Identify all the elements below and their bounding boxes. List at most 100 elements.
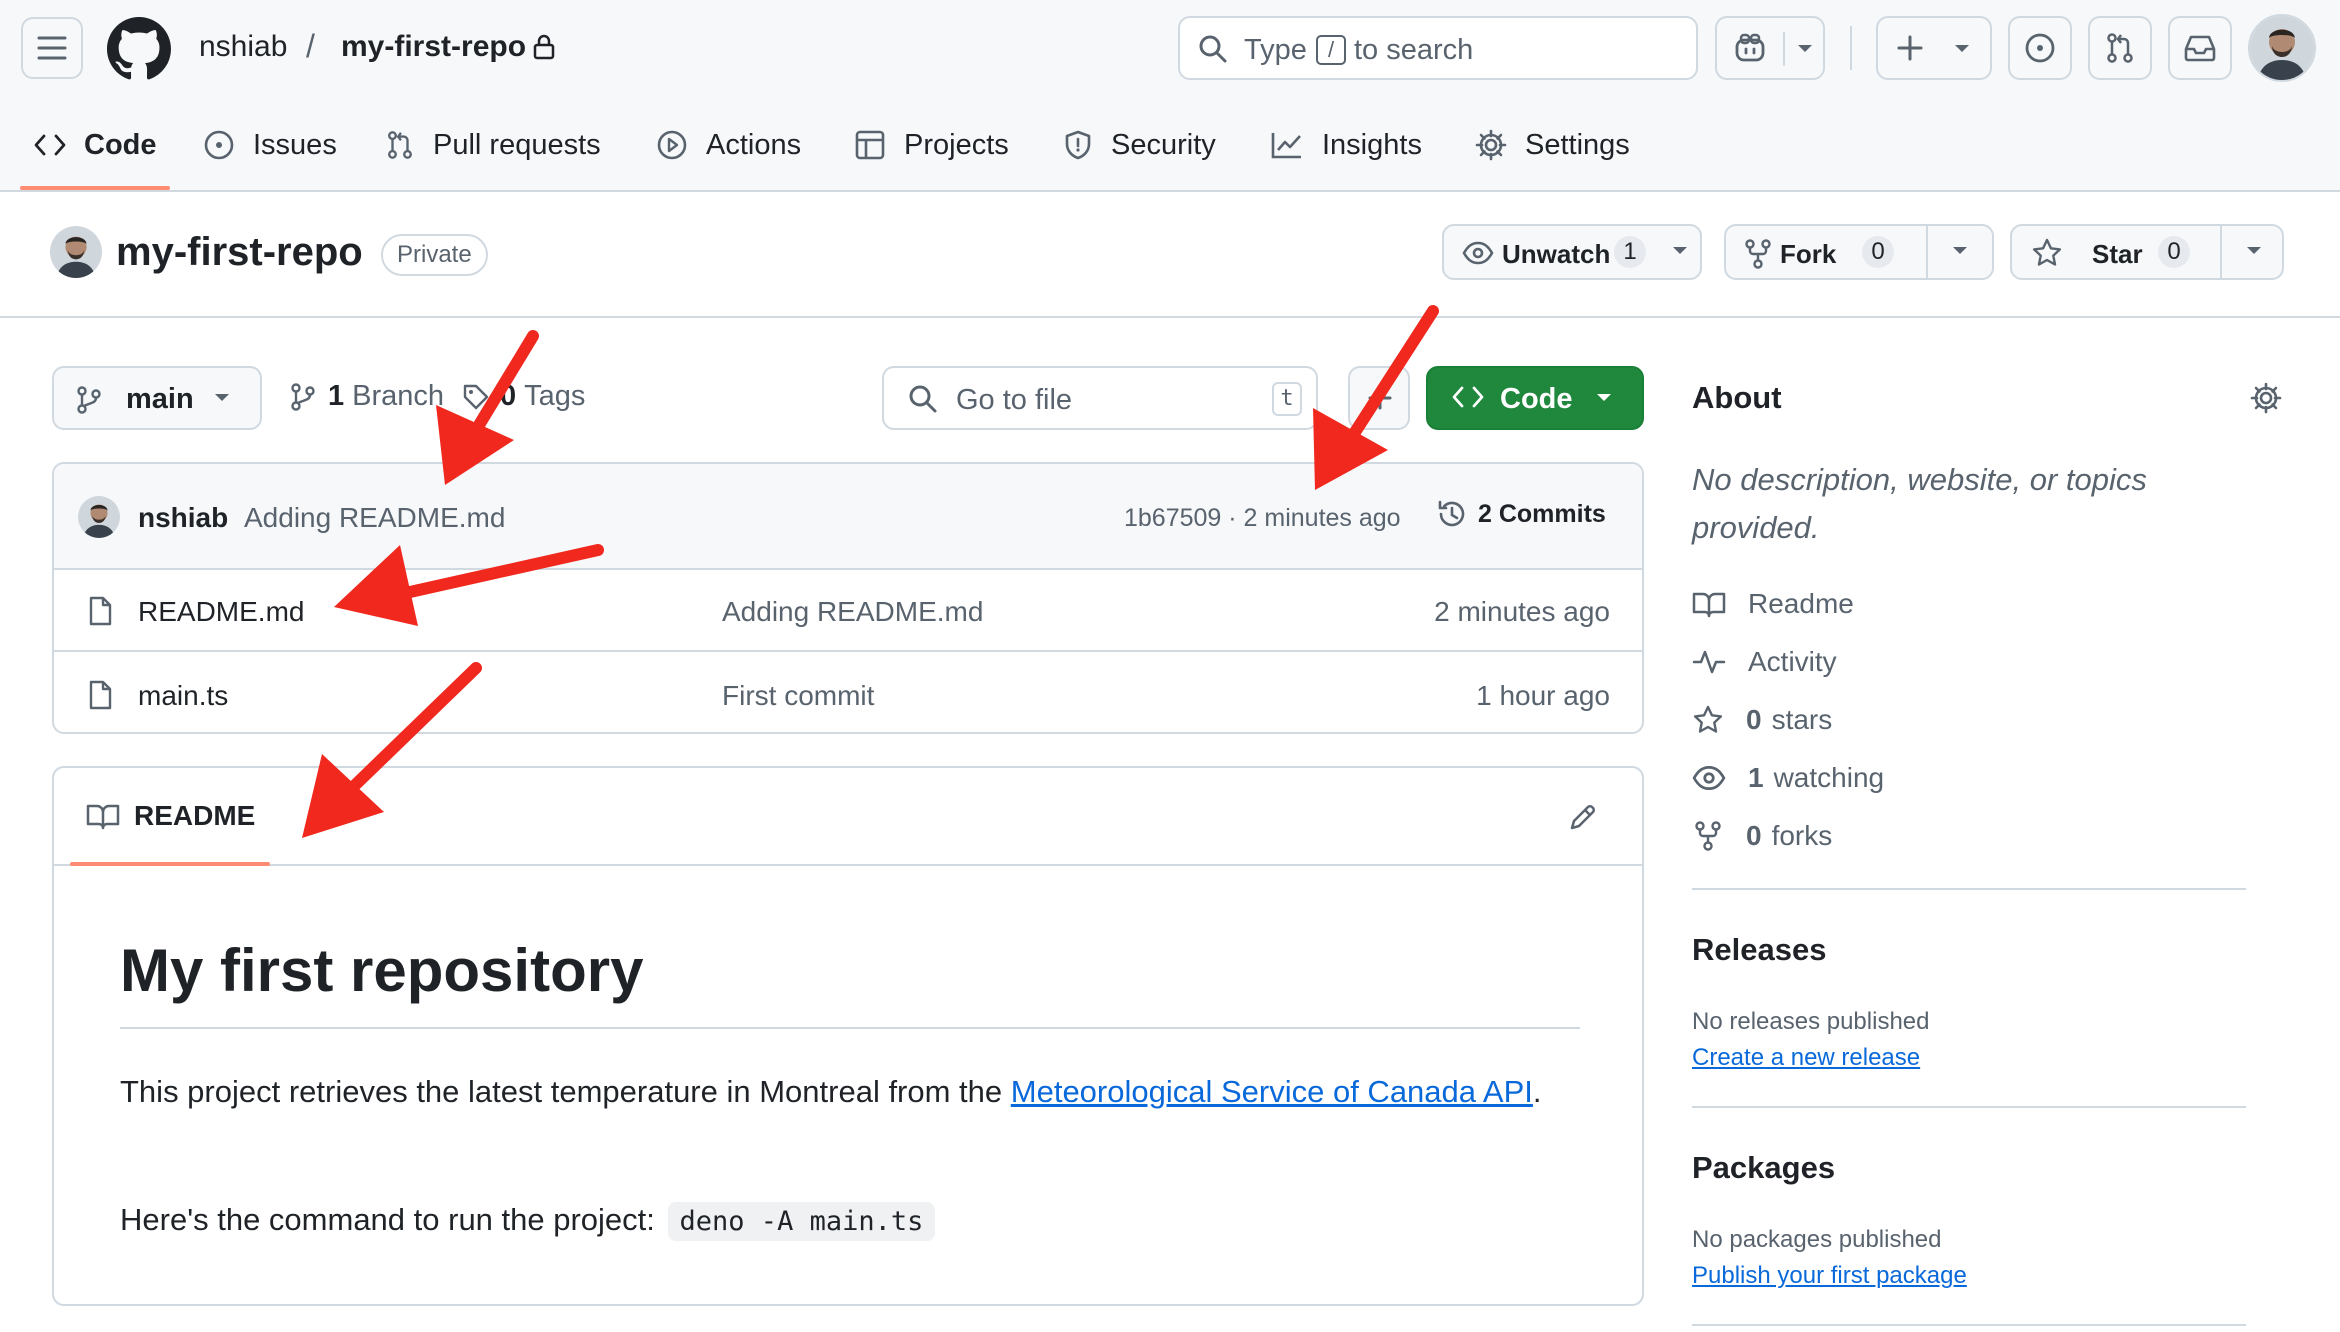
inbox-icon (2184, 35, 2216, 62)
fork-button[interactable]: Fork 0 (1724, 224, 1994, 280)
watch-button[interactable]: Unwatch 1 (1442, 224, 1702, 280)
code-button-label: Code (1500, 383, 1573, 415)
commit-author-avatar[interactable] (78, 496, 120, 538)
branch-selector[interactable]: main (52, 366, 262, 430)
copilot-button-group (1715, 16, 1825, 80)
tab-actions[interactable]: Actions (656, 122, 801, 168)
breadcrumb-repo[interactable]: my-first-repo (341, 30, 526, 64)
branch-count-label: Branch (352, 380, 445, 412)
tab-security[interactable]: Security (1063, 122, 1216, 168)
sidebar-item-stars[interactable]: 0 stars (1692, 704, 1832, 736)
code-icon (1452, 386, 1484, 408)
tab-code[interactable]: Code (34, 122, 157, 168)
global-search-input[interactable]: Type / to search (1178, 16, 1698, 80)
copilot-separator (1783, 32, 1785, 66)
active-tab-indicator (20, 186, 170, 190)
plus-icon (1897, 35, 1923, 61)
code-icon (34, 134, 66, 156)
star-count: 0 (2158, 236, 2190, 268)
add-file-button[interactable] (1348, 366, 1410, 430)
file-name[interactable]: README.md (138, 596, 304, 628)
sidebar-item-count: 1 (1748, 762, 1764, 793)
search-prefix: Type (1244, 34, 1307, 66)
graph-icon (1271, 133, 1301, 159)
tab-projects[interactable]: Projects (854, 122, 1009, 168)
sidebar-item-count: 0 (1746, 704, 1762, 735)
your-pull-requests-button[interactable] (2088, 16, 2152, 80)
releases-heading[interactable]: Releases (1692, 932, 1826, 968)
chevron-down-icon[interactable] (1797, 44, 1813, 54)
header-divider (1850, 26, 1852, 70)
avatar-image-icon (50, 226, 102, 278)
packages-note: No packages published (1692, 1226, 1942, 1253)
repo-title[interactable]: my-first-repo (116, 230, 363, 275)
branches-link[interactable]: 1 Branch (290, 380, 444, 413)
chevron-down-icon[interactable] (2246, 246, 2262, 256)
user-avatar[interactable] (2248, 14, 2316, 82)
sidebar-item-readme[interactable]: Readme (1692, 588, 1854, 620)
readme-text: . (1532, 1074, 1542, 1109)
breadcrumb-owner[interactable]: nshiab (199, 30, 287, 64)
create-new-button[interactable] (1876, 16, 1992, 80)
branch-count-number: 1 (328, 380, 345, 412)
fork-label: Fork (1780, 239, 1837, 269)
chevron-down-icon (1955, 45, 1969, 52)
hamburger-icon (37, 36, 67, 60)
repo-forked-icon (1695, 821, 1721, 851)
go-to-file-shortcut: t (1272, 382, 1302, 416)
readme-tab[interactable]: README (86, 800, 255, 832)
copilot-icon[interactable] (1733, 32, 1767, 64)
star-label: Star (2092, 239, 2143, 269)
readme-text: Here's the command to run the project: (120, 1202, 655, 1237)
github-logo-icon[interactable] (107, 17, 171, 81)
commit-message[interactable]: Adding README.md (244, 502, 505, 534)
tab-insights[interactable]: Insights (1270, 122, 1422, 168)
gear-icon (1475, 129, 1507, 161)
eye-icon (1462, 241, 1494, 265)
gear-icon[interactable] (2250, 382, 2282, 414)
create-release-link[interactable]: Create a new release (1692, 1044, 1920, 1072)
your-issues-button[interactable] (2008, 16, 2072, 80)
table-icon (855, 130, 885, 160)
msc-api-link[interactable]: Meteorological Service of Canada API (1011, 1074, 1533, 1109)
watch-label: Unwatch (1502, 239, 1611, 269)
table-row[interactable]: main.ts First commit 1 hour ago (54, 654, 1642, 732)
sidebar-item-activity[interactable]: Activity (1692, 646, 1837, 678)
sidebar-item-watching[interactable]: 1 watching (1692, 762, 1884, 794)
table-row[interactable]: README.md Adding README.md 2 minutes ago (54, 570, 1642, 652)
pencil-icon[interactable] (1568, 802, 1598, 832)
packages-heading[interactable]: Packages (1692, 1150, 1835, 1186)
global-header: nshiab / my-first-repo Type / to search … (0, 0, 2340, 192)
avatar-image-icon (2250, 16, 2314, 80)
tags-link[interactable]: 0 Tags (462, 380, 585, 413)
tab-label: Security (1111, 128, 1216, 161)
sidebar-item-forks[interactable]: 0 forks (1692, 820, 1832, 852)
commit-hash-and-time[interactable]: 1b67509 · 2 minutes ago (1124, 504, 1401, 533)
repo-owner-avatar[interactable] (50, 226, 102, 278)
sidebar-item-label: Readme (1748, 588, 1854, 619)
publish-package-link[interactable]: Publish your first package (1692, 1262, 1967, 1290)
play-icon (657, 130, 687, 160)
about-description: No description, website, or topics provi… (1692, 462, 2147, 545)
commit-history-link[interactable]: 2 Commits (1436, 498, 1606, 530)
fork-separator (1926, 226, 1928, 278)
file-name[interactable]: main.ts (138, 680, 228, 712)
file-commit-message[interactable]: First commit (722, 680, 874, 712)
readme-heading: My first repository (120, 936, 1580, 1029)
sidebar-divider (1692, 888, 2246, 890)
commit-author[interactable]: nshiab (138, 502, 228, 534)
tab-pull-requests[interactable]: Pull requests (385, 122, 601, 168)
go-to-file-input[interactable]: Go to file t (882, 366, 1318, 430)
code-dropdown-button[interactable]: Code (1426, 366, 1644, 430)
tab-settings[interactable]: Settings (1475, 122, 1630, 168)
star-button[interactable]: Star 0 (2010, 224, 2284, 280)
book-icon (86, 804, 120, 830)
notifications-button[interactable] (2168, 16, 2232, 80)
tab-issues[interactable]: Issues (203, 122, 337, 168)
file-commit-message[interactable]: Adding README.md (722, 596, 983, 628)
menu-button[interactable] (21, 17, 83, 79)
history-icon (1438, 500, 1465, 527)
chevron-down-icon (1597, 394, 1611, 401)
chevron-down-icon[interactable] (1952, 246, 1968, 256)
file-icon (89, 680, 112, 710)
